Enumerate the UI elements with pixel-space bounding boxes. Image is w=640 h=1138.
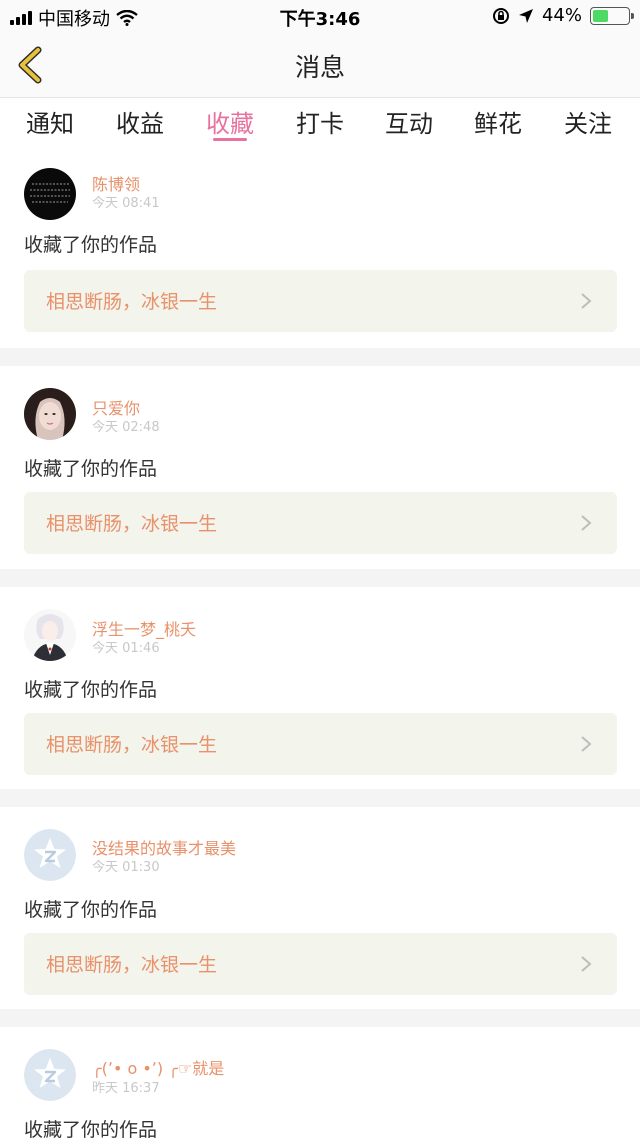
tab-earnings[interactable]: 收益	[110, 104, 170, 139]
work-title: 相思断肠，冰银一生	[46, 513, 218, 535]
work-link[interactable]: 相思断肠，冰银一生	[24, 492, 617, 554]
page-title: 消息	[294, 53, 345, 82]
message-time: 昨天 16:37	[92, 1081, 160, 1096]
work-title: 相思断肠，冰银一生	[46, 291, 218, 313]
message-card: 没结果的故事才最美 今天 01:30 收藏了你的作品 相思断肠，冰银一生	[0, 807, 640, 1009]
message-time: 今天 01:46	[92, 641, 160, 656]
action-text: 收藏了你的作品	[24, 458, 158, 480]
tab-bar: 通知 收益 收藏 打卡 互动 鲜花 关注	[0, 98, 640, 150]
tab-interaction[interactable]: 互动	[379, 104, 439, 139]
active-tab-indicator	[213, 138, 247, 141]
battery-fill	[593, 9, 608, 22]
location-arrow-icon	[518, 8, 533, 23]
tab-favorites[interactable]: 收藏	[200, 104, 260, 139]
default-avatar-icon[interactable]	[24, 1049, 76, 1101]
avatar[interactable]	[24, 388, 76, 440]
battery-icon	[590, 6, 634, 25]
chevron-right-icon	[581, 515, 592, 531]
user-name[interactable]: ╭(ʼ• ο •ʼ) ╭☞就是	[92, 1055, 224, 1079]
message-time: 今天 01:30	[92, 860, 160, 875]
message-time: 今天 02:48	[92, 420, 160, 435]
message-card: ╭(ʼ• ο •ʼ) ╭☞就是 昨天 16:37 收藏了你的作品	[0, 1027, 640, 1138]
message-card: 陈博领 今天 08:41 收藏了你的作品 相思断肠，冰银一生	[0, 150, 640, 348]
message-card: 浮生一梦_桃夭 今天 01:46 收藏了你的作品 相思断肠，冰银一生	[0, 587, 640, 789]
rotation-lock-icon	[492, 7, 509, 24]
tab-checkin[interactable]: 打卡	[290, 104, 350, 139]
chevron-right-icon	[581, 736, 592, 752]
tab-flowers[interactable]: 鲜花	[468, 104, 528, 139]
tab-follow[interactable]: 关注	[558, 104, 618, 139]
status-bar: 中国移动 下午3:46 44%	[0, 0, 640, 32]
action-text: 收藏了你的作品	[24, 1119, 158, 1138]
message-time: 今天 08:41	[92, 196, 160, 211]
work-title: 相思断肠，冰银一生	[46, 734, 218, 756]
default-avatar-icon[interactable]	[24, 829, 76, 881]
action-text: 收藏了你的作品	[24, 679, 158, 701]
avatar[interactable]	[24, 609, 76, 661]
action-text: 收藏了你的作品	[24, 899, 158, 921]
chevron-right-icon	[581, 293, 592, 309]
action-text: 收藏了你的作品	[24, 234, 158, 256]
chevron-right-icon	[581, 956, 592, 972]
message-card: 只爱你 今天 02:48 收藏了你的作品 相思断肠，冰银一生	[0, 366, 640, 569]
nav-bar: 消息	[0, 32, 640, 98]
work-link[interactable]: 相思断肠，冰银一生	[24, 270, 617, 332]
tab-notifications[interactable]: 通知	[20, 104, 80, 139]
work-link[interactable]: 相思断肠，冰银一生	[24, 713, 617, 775]
work-title: 相思断肠，冰银一生	[46, 954, 218, 976]
avatar[interactable]	[24, 168, 76, 220]
work-link[interactable]: 相思断肠，冰银一生	[24, 933, 617, 995]
battery-percent: 44%	[541, 5, 582, 26]
